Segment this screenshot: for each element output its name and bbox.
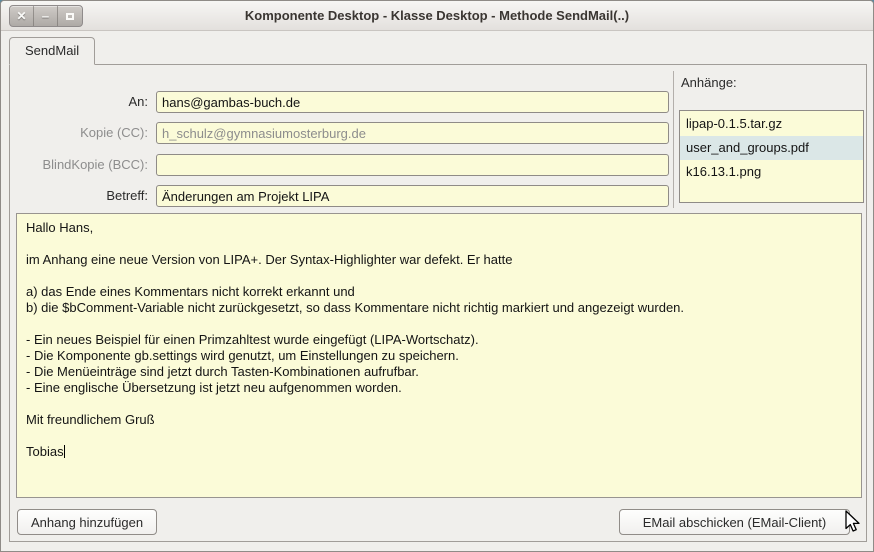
close-button[interactable]: ✕	[10, 6, 34, 26]
attachments-list[interactable]: lipap-0.1.5.tar.gz user_and_groups.pdf k…	[679, 110, 864, 203]
text-cursor	[64, 445, 65, 458]
list-item[interactable]: lipap-0.1.5.tar.gz	[680, 112, 863, 136]
bcc-label: BlindKopie (BCC):	[12, 154, 148, 176]
message-body-textarea[interactable]: Hallo Hans, im Anhang eine neue Version …	[16, 213, 862, 498]
maximize-icon	[66, 13, 74, 20]
attachments-label: Anhänge:	[681, 75, 737, 90]
add-attachment-button[interactable]: Anhang hinzufügen	[17, 509, 157, 535]
list-item[interactable]: k16.13.1.png	[680, 160, 863, 184]
window-controls: ✕ ‒	[9, 5, 83, 27]
minimize-icon: ‒	[42, 9, 49, 23]
to-label: An:	[12, 91, 148, 113]
app-window: ✕ ‒ Komponente Desktop - Klasse Desktop …	[0, 0, 874, 552]
sendmail-tab-page: An: Kopie (CC): BlindKopie (BCC): Betref…	[9, 64, 867, 542]
send-email-button[interactable]: EMail abschicken (EMail-Client)	[619, 509, 850, 535]
window-title: Komponente Desktop - Klasse Desktop - Me…	[1, 1, 873, 30]
maximize-button[interactable]	[58, 6, 82, 26]
close-icon: ✕	[16, 9, 26, 23]
subject-field[interactable]	[156, 185, 669, 207]
message-body-text: Hallo Hans, im Anhang eine neue Version …	[26, 220, 684, 459]
subject-label: Betreff:	[12, 185, 148, 207]
bcc-field[interactable]	[156, 154, 669, 176]
cc-field[interactable]	[156, 122, 669, 144]
tab-sendmail[interactable]: SendMail	[9, 37, 95, 65]
to-field[interactable]	[156, 91, 669, 113]
minimize-button[interactable]: ‒	[34, 6, 58, 26]
vertical-separator	[673, 71, 674, 208]
titlebar: ✕ ‒ Komponente Desktop - Klasse Desktop …	[1, 1, 873, 31]
cc-label: Kopie (CC):	[12, 122, 148, 144]
list-item-selected[interactable]: user_and_groups.pdf	[680, 136, 863, 160]
